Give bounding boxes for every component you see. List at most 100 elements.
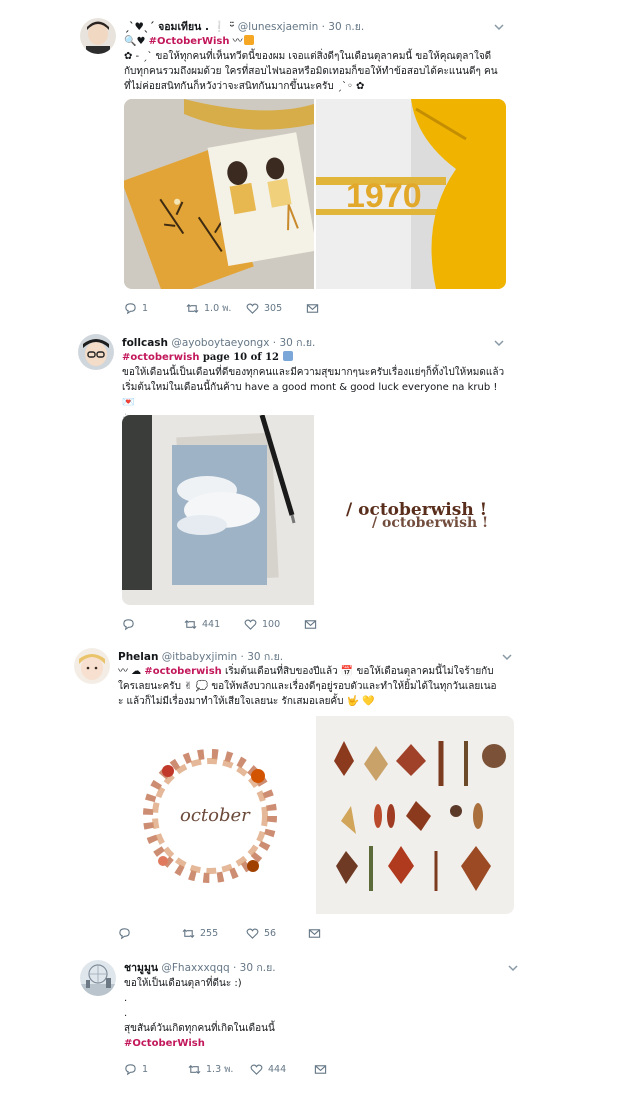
media-image-right[interactable] — [316, 716, 514, 914]
text-line: ขอให้เป็นเดือนตุลาที่ดีนะ :) — [124, 978, 242, 989]
text-line: ✿ - ˏˋ ขอให้ทุกคนที่เห็นทวีตนี้ของผม เจอ… — [124, 51, 492, 62]
line-suffix: เริ่มต้นเดือนที่สิบของปีแล้ว 📅 ขอให้เดือ… — [221, 666, 494, 677]
tweet-text: ขอให้เป็นเดือนตุลาที่ดีนะ :) . . สุขสันต… — [124, 976, 514, 1051]
media-image-left[interactable] — [124, 99, 314, 289]
tweet-header: follcash @ayoboytaeyongx · 30 ก.ย. — [122, 336, 315, 350]
hashtag[interactable]: #octoberwish — [122, 352, 199, 363]
text-line: เริ่มต้นใหม่ในเดือนนี้กันค้าบ have a goo… — [122, 382, 498, 408]
chevron-down-icon[interactable] — [506, 961, 520, 975]
handle[interactable]: @lunesxjaemin — [238, 21, 318, 33]
like-count: 305 — [264, 302, 283, 314]
avatar[interactable] — [80, 18, 116, 54]
retweet-button[interactable]: 441 — [184, 616, 220, 632]
handle[interactable]: @ayoboytaeyongx — [171, 337, 269, 349]
like-button[interactable]: 56 — [246, 925, 276, 941]
hashtag[interactable]: #OctoberWish — [149, 36, 230, 47]
reply-button[interactable] — [122, 616, 140, 632]
timestamp[interactable]: · 30 ก.ย. — [322, 21, 365, 33]
tweet-text: #octoberwish page 10 of 12 ขอให้เดือนนี้… — [122, 350, 512, 425]
media-image-left[interactable]: october — [118, 716, 314, 914]
text-line: . — [124, 993, 128, 1004]
tweet-text: 🔍♥ #OctoberWish 〰 ✿ - ˏˋ ขอให้ทุกคนที่เห… — [124, 34, 514, 94]
display-name[interactable]: follcash — [122, 337, 168, 349]
heart-icon — [250, 1064, 263, 1075]
hashtag[interactable]: #OctoberWish — [124, 1038, 205, 1049]
text-line: ะ แล้วก็ไม่มีเรื่องมาทำให้เสียใจเลยนะ รั… — [118, 696, 375, 707]
text-line: ที่ไม่ค่อยสนิทกันก็หวังว่าจะสนิทกันมากขึ… — [124, 81, 365, 92]
retweet-icon — [184, 619, 197, 629]
reply-count: 1 — [142, 302, 149, 314]
retweet-button[interactable]: 1.0 พ. — [186, 300, 231, 316]
media-image-left[interactable] — [122, 415, 314, 605]
text-line: ใครเลยนะครับ ✌ 💭 ขอให้พลังบวกและเรื่องดี… — [118, 681, 497, 692]
tweet-actions: 441 100 — [122, 616, 502, 632]
avatar[interactable] — [78, 334, 114, 370]
notepad-icon — [283, 351, 294, 361]
display-name[interactable]: Phelan — [118, 651, 158, 663]
handle[interactable]: @itbabyxjimin — [162, 651, 237, 663]
display-name[interactable]: ชามูมูน — [124, 962, 158, 974]
like-count: 444 — [268, 1063, 287, 1075]
tweet-actions: 1 1.0 พ. 305 — [124, 300, 504, 316]
reply-icon — [123, 618, 134, 630]
retweet-count: 1.0 พ. — [204, 302, 232, 314]
message-button[interactable] — [306, 300, 319, 316]
retweet-button[interactable]: 255 — [182, 925, 218, 941]
like-button[interactable]: 305 — [246, 300, 282, 316]
tweet-actions: 1 1.3 พ. 444 — [124, 1061, 504, 1077]
heart-icon — [244, 619, 257, 630]
reply-button[interactable] — [118, 925, 136, 941]
retweet-count: 441 — [202, 618, 221, 630]
envelope-icon — [308, 928, 321, 938]
avatar[interactable] — [74, 648, 110, 684]
hashtag[interactable]: #octoberwish — [144, 666, 221, 677]
decor-emoji-icon: 〰 — [229, 35, 254, 47]
timestamp[interactable]: · 30 ก.ย. — [233, 962, 276, 974]
retweet-icon — [188, 1064, 201, 1074]
retweet-icon — [182, 928, 195, 938]
heart-icon — [246, 303, 259, 314]
reply-button[interactable]: 1 — [124, 300, 148, 316]
handle[interactable]: @Fhaxxxqqq — [161, 962, 229, 974]
envelope-icon — [304, 619, 317, 629]
text-line: . — [124, 1008, 128, 1019]
line-prefix: 〰 ☁ — [118, 666, 145, 677]
timestamp[interactable]: · 30 ก.ย. — [273, 337, 316, 349]
avatar[interactable] — [80, 960, 116, 996]
like-button[interactable]: 100 — [244, 616, 280, 632]
wreath-text: october — [180, 805, 251, 826]
reply-button[interactable]: 1 — [124, 1061, 148, 1077]
tweet-actions: 255 56 — [118, 925, 498, 941]
envelope-icon — [314, 1064, 327, 1074]
chevron-down-icon[interactable] — [492, 20, 506, 34]
message-button[interactable] — [308, 925, 321, 941]
like-button[interactable]: 444 — [250, 1061, 286, 1077]
text-line: สุขสันต์วันเกิดทุกคนที่เกิดในเดือนนี้ — [124, 1023, 275, 1034]
reply-icon — [125, 1063, 136, 1075]
reply-count: 1 — [142, 1063, 149, 1075]
tweet-text: 〰 ☁ #octoberwish เริ่มต้นเดือนที่สิบของป… — [118, 664, 518, 709]
retweet-count: 1.3 พ. — [206, 1063, 234, 1075]
reply-icon — [119, 927, 130, 939]
reply-icon — [125, 302, 136, 314]
tweet-header: ชามูมูน @Fhaxxxqqq · 30 ก.ย. — [124, 961, 276, 975]
media-image-right[interactable]: 1970 — [316, 99, 506, 289]
shirt-print-text: 1970 — [346, 177, 422, 215]
like-count: 56 — [264, 927, 277, 939]
display-name[interactable]: ˏˋ♥ˎˊ จอมเทียน . ❕ ᵕ̈ — [124, 21, 234, 33]
message-button[interactable] — [304, 616, 317, 632]
retweet-icon — [186, 303, 199, 313]
tweet-header: Phelan @itbabyxjimin · 30 ก.ย. — [118, 650, 283, 664]
tweet-header: ˏˋ♥ˎˊ จอมเทียน . ❕ ᵕ̈ @lunesxjaemin · 30… — [124, 20, 364, 34]
timestamp[interactable]: · 30 ก.ย. — [241, 651, 284, 663]
chevron-down-icon[interactable] — [492, 336, 506, 350]
media-image-right[interactable]: / octoberwish ! / octoberwish ! — [316, 415, 508, 605]
page-text: page 10 of 12 — [199, 352, 279, 363]
envelope-icon — [306, 303, 319, 313]
message-button[interactable] — [314, 1061, 327, 1077]
retweet-count: 255 — [200, 927, 219, 939]
retweet-button[interactable]: 1.3 พ. — [188, 1061, 233, 1077]
text-line: กับทุกคนรวมถึงผมด้วย ใครที่สอบไฟนอลหรือม… — [124, 66, 498, 77]
text-line: ขอให้เดือนนี้เป็นเดือนที่ดีของทุกคนและมี… — [122, 367, 505, 378]
chevron-down-icon[interactable] — [500, 650, 514, 664]
